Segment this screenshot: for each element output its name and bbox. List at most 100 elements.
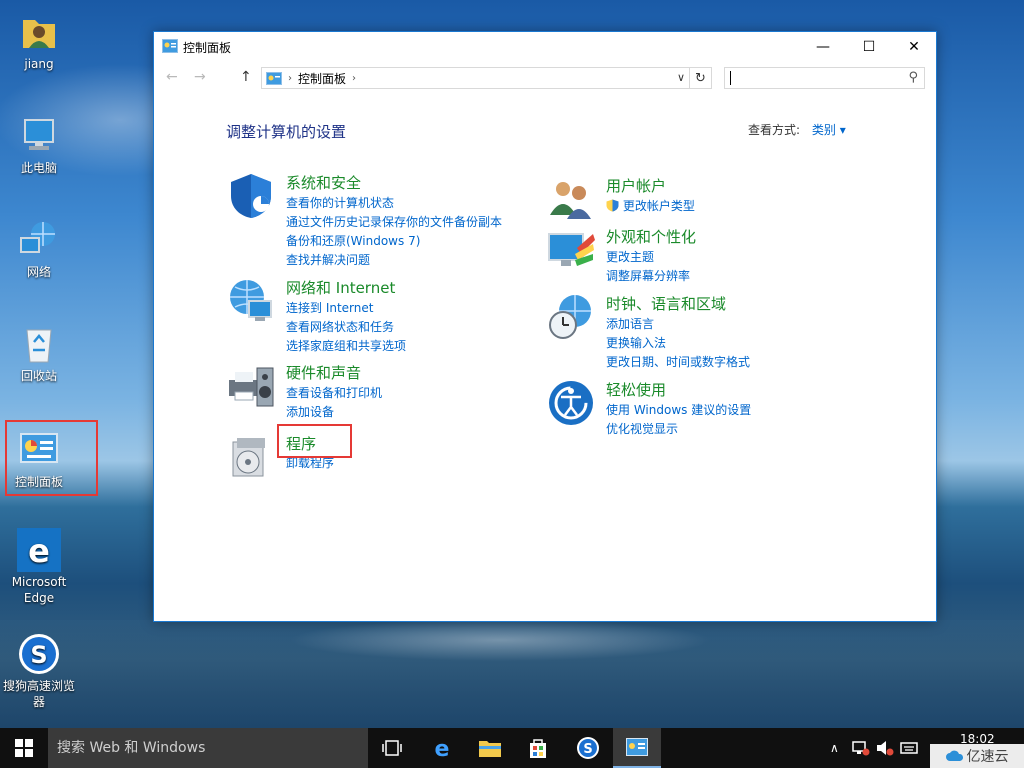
clock-globe-icon[interactable] <box>547 293 595 341</box>
task-view-icon <box>382 740 402 756</box>
link-add-language[interactable]: 添加语言 <box>606 315 750 334</box>
highlight-programs-title <box>277 424 352 458</box>
title-bar[interactable]: 控制面板 — ☐ ✕ <box>154 32 936 61</box>
link-backup-restore[interactable]: 备份和还原(Windows 7) <box>286 232 502 251</box>
wallpaper-horizon <box>0 620 1024 728</box>
address-bar[interactable]: › 控制面板 › ∨ ↻ <box>261 67 712 89</box>
taskbar-edge-button[interactable]: e <box>418 728 466 768</box>
svg-text:e: e <box>28 532 50 570</box>
sogou-browser-icon: S <box>17 632 61 676</box>
svg-text:S: S <box>583 742 592 757</box>
control-panel-crumb-icon <box>266 71 282 85</box>
desktop-icon-this-pc[interactable]: 此电脑 <box>0 114 78 176</box>
maximize-button[interactable]: ☐ <box>846 32 892 61</box>
svg-text:S: S <box>30 641 47 669</box>
desktop-icon-recycle-bin[interactable]: 回收站 <box>0 322 78 384</box>
programs-disc-icon[interactable] <box>227 432 275 480</box>
view-by-label: 查看方式: <box>748 123 801 137</box>
link-windows-recommended-settings[interactable]: 使用 Windows 建议的设置 <box>606 401 751 420</box>
view-by-dropdown[interactable]: 类别 ▾ <box>812 123 846 137</box>
desktop-icon-label: 回收站 <box>20 369 57 383</box>
view-by: 查看方式: 类别 ▾ <box>748 121 846 138</box>
category-title[interactable]: 时钟、语言和区域 <box>606 293 726 314</box>
link-optimize-visual-display[interactable]: 优化视觉显示 <box>606 420 751 439</box>
users-icon[interactable] <box>547 175 595 223</box>
windows-logo-icon <box>15 739 33 757</box>
control-panel-small-icon <box>162 39 178 53</box>
taskbar-search-box[interactable]: 搜索 Web 和 Windows <box>48 728 368 768</box>
forward-arrow-icon[interactable]: → <box>194 69 206 85</box>
link-change-account-type[interactable]: 更改帐户类型 <box>606 197 695 216</box>
shield-icon[interactable] <box>227 172 275 220</box>
navigation-bar: ← → ↑ › 控制面板 › ∨ ↻ ⚲ <box>154 65 936 91</box>
network-globe-icon[interactable] <box>227 277 275 325</box>
user-folder-icon <box>17 10 61 54</box>
refresh-icon[interactable]: ↻ <box>689 68 711 88</box>
taskbar-store-button[interactable] <box>514 728 562 768</box>
tray-chevron-up-icon[interactable]: ∧ <box>830 728 839 768</box>
desktop-icon-network[interactable]: 网络 <box>0 218 78 280</box>
category-title[interactable]: 硬件和声音 <box>286 362 361 383</box>
store-icon <box>530 739 546 758</box>
desktop-icon-edge[interactable]: e Microsoft Edge <box>0 528 78 606</box>
tray-volume-icon[interactable] <box>876 728 894 768</box>
appearance-icon[interactable] <box>547 226 595 274</box>
link-homegroup-sharing[interactable]: 选择家庭组和共享选项 <box>286 337 406 356</box>
minimize-button[interactable]: — <box>800 32 846 61</box>
desktop-icon-label: Microsoft Edge <box>11 575 67 605</box>
link-date-time-format[interactable]: 更改日期、时间或数字格式 <box>606 353 750 372</box>
start-button[interactable] <box>0 728 48 768</box>
category-title[interactable]: 网络和 Internet <box>286 277 395 298</box>
task-view-button[interactable] <box>368 728 416 768</box>
link-add-device[interactable]: 添加设备 <box>286 403 382 422</box>
sogou-browser-icon: S <box>577 737 599 759</box>
computer-icon <box>17 114 61 158</box>
link-screen-resolution[interactable]: 调整屏幕分辨率 <box>606 267 690 286</box>
address-dropdown-icon[interactable]: ∨ <box>677 71 685 84</box>
link-connect-internet[interactable]: 连接到 Internet <box>286 299 406 318</box>
desktop-icon-label: 搜狗高速浏览器 <box>2 679 75 709</box>
recycle-bin-icon <box>17 322 61 366</box>
link-change-theme[interactable]: 更改主题 <box>606 248 690 267</box>
search-input[interactable]: ⚲ <box>724 67 925 89</box>
up-arrow-icon[interactable]: ↑ <box>240 69 252 85</box>
uac-shield-icon <box>606 199 619 212</box>
breadcrumb-control-panel[interactable]: 控制面板 <box>298 70 346 87</box>
tray-keyboard-icon[interactable] <box>900 728 918 768</box>
category-title[interactable]: 轻松使用 <box>606 379 666 400</box>
close-button[interactable]: ✕ <box>891 32 937 61</box>
watermark-text: 亿速云 <box>966 749 1009 765</box>
link-network-status[interactable]: 查看网络状态和任务 <box>286 318 406 337</box>
desktop-icon-sogou-browser[interactable]: S 搜狗高速浏览器 <box>0 632 78 710</box>
desktop-icon-user-folder[interactable]: jiang <box>0 10 78 72</box>
category-title[interactable]: 系统和安全 <box>286 172 361 193</box>
cloud-logo-icon <box>945 750 963 761</box>
taskbar-control-panel-button[interactable] <box>613 728 661 768</box>
back-arrow-icon[interactable]: ← <box>166 69 178 85</box>
link-devices-printers[interactable]: 查看设备和打印机 <box>286 384 382 403</box>
link-file-history-backup[interactable]: 通过文件历史记录保存你的文件备份副本 <box>286 213 502 232</box>
chevron-right-icon[interactable]: › <box>352 73 356 84</box>
taskbar-file-explorer-button[interactable] <box>466 728 514 768</box>
link-change-input-method[interactable]: 更换输入法 <box>606 334 750 353</box>
watermark-logo: 亿速云 <box>930 744 1024 768</box>
page-title: 调整计算机的设置 <box>226 123 347 141</box>
search-icon[interactable]: ⚲ <box>908 70 918 85</box>
desktop-icon-label: 网络 <box>26 265 51 279</box>
link-troubleshoot[interactable]: 查找并解决问题 <box>286 251 502 270</box>
control-panel-icon <box>626 738 648 756</box>
tray-network-icon[interactable] <box>852 728 870 768</box>
window-title: 控制面板 <box>183 41 232 55</box>
link-text: 更改帐户类型 <box>622 199 695 213</box>
edge-icon: e <box>435 737 450 760</box>
printer-speaker-icon[interactable] <box>227 362 275 410</box>
taskbar: 搜索 Web 和 Windows e S ∧ 18:02 <box>0 728 1024 768</box>
link-view-computer-status[interactable]: 查看你的计算机状态 <box>286 194 502 213</box>
highlight-control-panel-icon <box>5 420 98 496</box>
category-title[interactable]: 用户帐户 <box>606 175 666 196</box>
taskbar-sogou-button[interactable]: S <box>564 728 612 768</box>
ease-of-access-icon[interactable] <box>547 379 595 427</box>
text-caret <box>730 71 731 85</box>
desktop-icon-label: 此电脑 <box>20 161 57 175</box>
category-title[interactable]: 外观和个性化 <box>606 226 696 247</box>
